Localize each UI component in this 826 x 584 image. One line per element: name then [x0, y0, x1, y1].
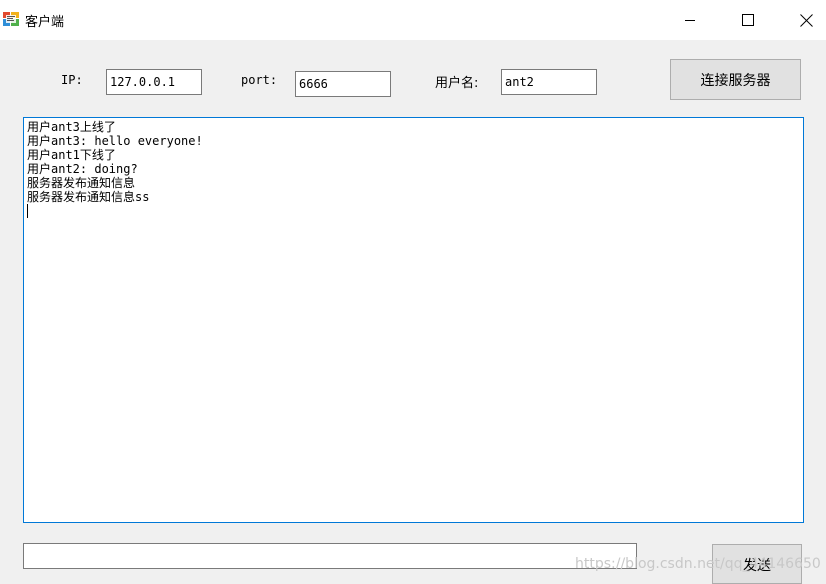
chat-line: 用户ant3: hello everyone!	[27, 134, 203, 148]
maximize-button[interactable]	[725, 0, 771, 40]
port-input[interactable]: 6666	[295, 71, 391, 97]
chat-line: 用户ant2: doing?	[27, 162, 138, 176]
username-label: 用户名:	[435, 76, 479, 91]
connect-server-button[interactable]: 连接服务器	[670, 59, 801, 100]
app-window-icon	[3, 11, 19, 27]
chat-log[interactable]: 用户ant3上线了 用户ant3: hello everyone! 用户ant1…	[23, 117, 804, 523]
window-title: 客户端	[25, 15, 65, 30]
chat-line: 用户ant1下线了	[27, 148, 116, 162]
title-bar[interactable]: 客户端	[0, 0, 826, 40]
chat-line: 服务器发布通知信息	[27, 176, 136, 190]
minimize-button[interactable]	[667, 0, 713, 40]
message-input[interactable]	[23, 543, 637, 569]
maximize-icon	[742, 14, 754, 26]
ip-input[interactable]: 127.0.0.1	[106, 69, 202, 95]
username-input[interactable]: ant2	[501, 69, 597, 95]
watermark: https://blog.csdn.net/qq_44146650	[575, 556, 821, 572]
chat-line: 用户ant3上线了	[27, 120, 116, 134]
close-button[interactable]	[783, 0, 826, 40]
text-caret	[27, 204, 800, 221]
port-label: port:	[241, 73, 278, 87]
minimize-icon	[684, 14, 696, 26]
ip-label: IP:	[61, 73, 83, 87]
chat-line: 服务器发布通知信息ss	[27, 190, 150, 204]
close-icon	[799, 13, 813, 27]
